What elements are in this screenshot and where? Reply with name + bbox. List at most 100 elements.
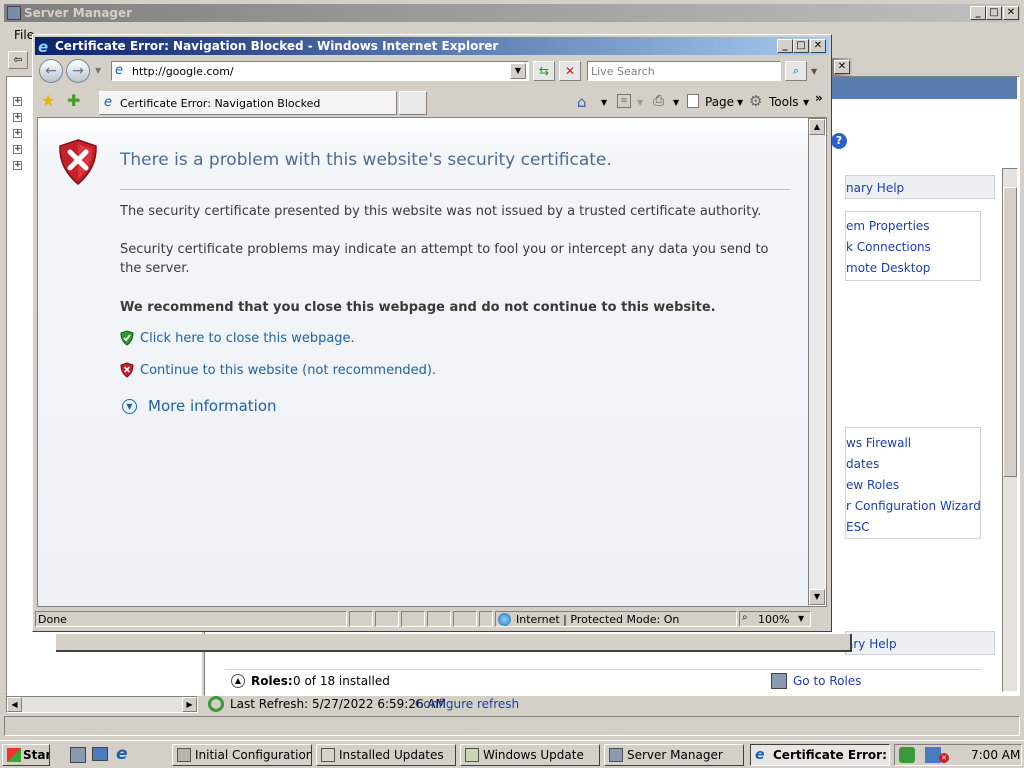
feeds-icon[interactable]: ≋	[617, 94, 631, 108]
refresh-icon[interactable]	[208, 696, 224, 712]
zoom-level: 100%	[758, 613, 790, 626]
ie-statusbar: Done Internet | Protected Mode: On ⌕ 100…	[35, 609, 829, 629]
zoom-dropdown-icon[interactable]: ▼	[798, 614, 804, 623]
task-certificate-error[interactable]: e Certificate Error: ...	[750, 744, 890, 766]
page-icon: e	[115, 63, 123, 78]
clock[interactable]: 7:00 AM	[971, 748, 1020, 762]
link-updates[interactable]: dates	[846, 457, 879, 471]
server-manager-titlebar[interactable]: Server Manager _ □ ✕	[4, 4, 1020, 22]
link-view-roles[interactable]: ew Roles	[846, 478, 899, 492]
tree-expand-icon[interactable]: +	[13, 97, 22, 106]
task-windows-update[interactable]: Windows Update	[460, 744, 600, 766]
configure-refresh-link[interactable]: Configure refresh	[415, 697, 519, 711]
ie-minimize-button[interactable]: _	[777, 39, 793, 53]
go-to-roles-link[interactable]: Go to Roles	[793, 674, 861, 688]
content-vertical-scrollbar[interactable]: ▲ ▼	[808, 118, 826, 606]
back-arrow-icon[interactable]: ⇦	[8, 51, 28, 69]
close-button[interactable]: ✕	[1003, 6, 1019, 20]
add-favorite-icon[interactable]: ✚	[67, 91, 80, 110]
scroll-thumb[interactable]	[1003, 187, 1017, 477]
page-menu[interactable]: Page	[705, 95, 734, 109]
collapse-icon[interactable]: ▲	[231, 674, 245, 688]
heading-divider	[120, 189, 790, 190]
close-webpage-link[interactable]: Click here to close this webpage.	[140, 331, 355, 346]
zone-panel[interactable]: Internet | Protected Mode: On	[495, 611, 737, 627]
link-configuration-wizard[interactable]: r Configuration Wizard	[846, 499, 981, 513]
security-zone-text: Internet | Protected Mode: On	[516, 613, 680, 626]
link-help[interactable]: nary Help	[846, 181, 904, 195]
task-initial-configuration[interactable]: Initial Configuration Ta...	[172, 744, 312, 766]
quicklaunch-server-icon[interactable]	[70, 747, 86, 763]
quicklaunch-ie-icon[interactable]: e	[116, 744, 128, 764]
task-installed-updates[interactable]: Installed Updates	[316, 744, 456, 766]
details-vertical-scrollbar[interactable]	[1002, 168, 1018, 692]
tab-certificate-error[interactable]: e Certificate Error: Navigation Blocked	[99, 91, 397, 115]
tree-expand-icon[interactable]: +	[13, 113, 22, 122]
scroll-left-icon[interactable]: ◀	[7, 697, 22, 712]
continue-website-link[interactable]: Continue to this website (not recommende…	[140, 363, 436, 378]
ie-titlebar[interactable]: e Certificate Error: Navigation Blocked …	[35, 37, 829, 56]
task-icon	[609, 748, 623, 762]
ie-maximize-button[interactable]: □	[793, 39, 809, 53]
search-options-icon[interactable]: ▼	[811, 67, 817, 76]
link-help-2[interactable]: ary Help	[846, 637, 897, 651]
link-network-connections[interactable]: k Connections	[846, 240, 931, 254]
search-input[interactable]: Live Search	[587, 61, 781, 81]
history-dropdown-icon[interactable]: ▼	[95, 66, 101, 75]
tree-expand-icon[interactable]: +	[13, 129, 22, 138]
address-bar[interactable]: e http://google.com/ ▼	[111, 61, 529, 81]
minimize-button[interactable]: _	[970, 6, 986, 20]
maximize-button[interactable]: □	[986, 6, 1002, 20]
task-icon	[321, 748, 335, 762]
home-icon[interactable]: ⌂	[577, 93, 587, 111]
address-text[interactable]: http://google.com/	[132, 65, 234, 78]
task-icon	[177, 748, 191, 762]
more-information-link[interactable]: More information	[148, 397, 277, 415]
tab-label: Certificate Error: Navigation Blocked	[120, 97, 321, 110]
link-remote-desktop[interactable]: mote Desktop	[846, 261, 930, 275]
scroll-down-icon[interactable]: ▼	[809, 589, 825, 605]
page-menu-dropdown-icon[interactable]: ▼	[737, 98, 743, 107]
internet-globe-icon	[498, 613, 511, 626]
quicklaunch-desktop-icon[interactable]	[92, 747, 108, 761]
windows-logo-icon	[7, 748, 21, 762]
link-windows-firewall[interactable]: ws Firewall	[846, 436, 911, 450]
zoom-panel[interactable]: ⌕ 100% ▼	[739, 611, 811, 627]
scroll-right-icon[interactable]: ▶	[182, 697, 197, 712]
link-ie-esc[interactable]: ESC	[846, 520, 870, 534]
search-button[interactable]: ⌕	[785, 61, 807, 81]
print-icon[interactable]: ⎙	[653, 93, 664, 109]
link-system-properties[interactable]: em Properties	[846, 219, 930, 233]
tree-expand-icon[interactable]: +	[13, 145, 22, 154]
home-dropdown-icon[interactable]: ▼	[601, 98, 607, 107]
scroll-up-icon[interactable]: ▲	[809, 119, 825, 135]
task-ie-icon: e	[755, 747, 765, 763]
stop-button[interactable]: ✕	[559, 61, 581, 81]
tree-expand-icon[interactable]: +	[13, 161, 22, 170]
task-server-manager[interactable]: Server Manager	[604, 744, 744, 766]
feeds-dropdown-icon[interactable]: ▼	[637, 98, 643, 107]
more-tools-chevron-icon[interactable]: »	[815, 91, 823, 105]
recommendation-text: We recommend that you close this webpage…	[120, 300, 716, 315]
ie-close-button[interactable]: ✕	[810, 39, 826, 53]
task-label: Server Manager	[627, 748, 723, 762]
favorites-star-icon[interactable]: ★	[41, 91, 55, 110]
new-tab-button[interactable]	[399, 91, 427, 115]
resources-box-top: nary Help	[845, 175, 995, 199]
more-information-expand-icon[interactable]: ▼	[122, 399, 137, 414]
back-button[interactable]: ←	[39, 59, 63, 83]
refresh-button[interactable]: ⇆	[533, 61, 555, 81]
status-panel	[375, 611, 399, 627]
address-dropdown-icon[interactable]: ▼	[510, 63, 526, 79]
forward-button[interactable]: →	[66, 59, 90, 83]
tray-security-icon[interactable]	[899, 747, 915, 763]
start-button[interactable]: Start	[2, 744, 50, 766]
print-dropdown-icon[interactable]: ▼	[673, 98, 679, 107]
background-window-close-button[interactable]: ✕	[834, 60, 850, 74]
tools-menu[interactable]: Tools	[769, 95, 799, 109]
tray-error-icon[interactable]: ✕	[939, 753, 949, 763]
system-tray: ✕ 7:00 AM	[894, 744, 1022, 766]
help-icon[interactable]: ?	[831, 133, 847, 149]
tree-horizontal-scrollbar[interactable]: ◀ ▶	[6, 696, 198, 713]
tools-menu-dropdown-icon[interactable]: ▼	[803, 98, 809, 107]
